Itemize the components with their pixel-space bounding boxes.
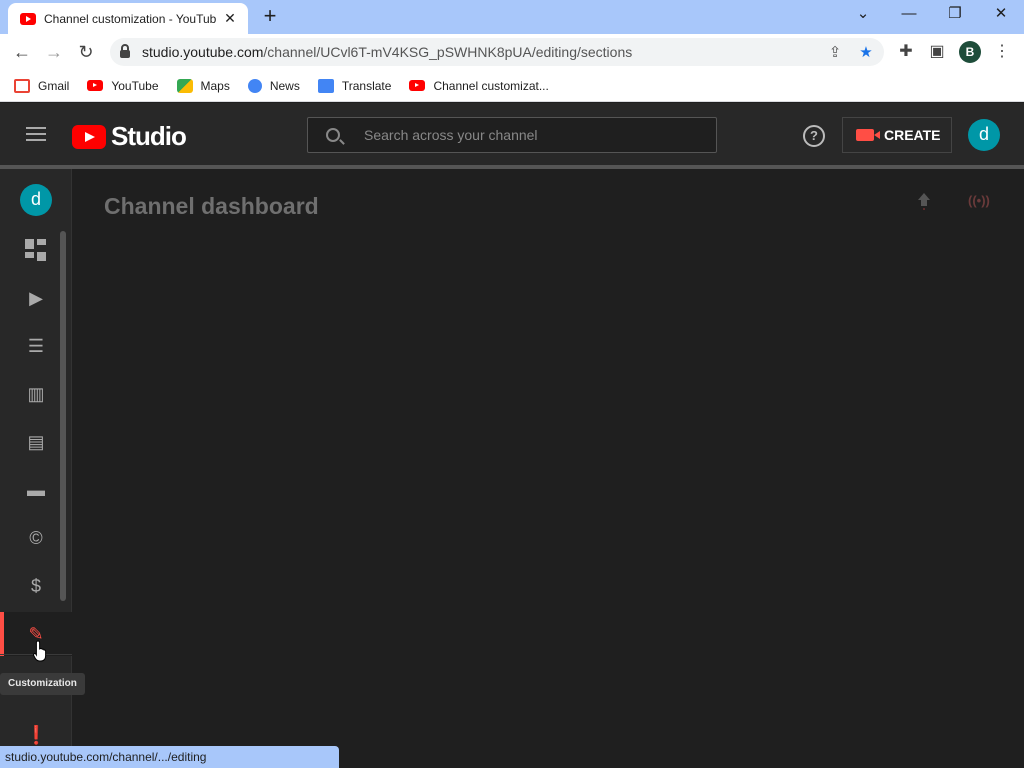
bookmark-translate[interactable]: Translate — [317, 78, 391, 93]
create-label: CREATE — [884, 127, 941, 143]
bookmark-maps[interactable]: Maps — [176, 78, 230, 93]
hand-cursor-icon — [33, 640, 47, 662]
bookmark-star-icon[interactable]: ★ — [857, 43, 875, 61]
new-tab-button[interactable]: + — [260, 5, 280, 27]
account-avatar[interactable]: d — [968, 119, 1000, 151]
channel-search-box[interactable] — [307, 117, 717, 153]
youtube-icon — [87, 80, 104, 91]
dollar-icon: $ — [30, 576, 41, 596]
share-icon[interactable]: ⇪ — [826, 43, 844, 61]
customization-tooltip: Customization — [0, 673, 85, 695]
minimize-button[interactable]: — — [894, 4, 924, 24]
go-live-icon[interactable]: ((•)) — [968, 193, 990, 208]
gmail-icon — [14, 78, 30, 93]
address-bar[interactable]: studio.youtube.com/channel/UCvl6T-mV4KSG… — [110, 38, 884, 66]
analytics-icon: ▥ — [27, 384, 45, 404]
bookmarks-bar: Gmail YouTube Maps News Translate Channe… — [0, 70, 1024, 102]
youtube-play-icon — [72, 124, 106, 149]
search-input[interactable] — [364, 127, 694, 143]
main-content: Channel dashboard ((•)) — [72, 169, 1024, 768]
studio-logo-text: Studio — [111, 121, 187, 151]
help-icon[interactable]: ? — [803, 125, 825, 147]
url-text: studio.youtube.com/channel/UCvl6T-mV4KSG… — [142, 44, 633, 60]
search-icon[interactable] — [326, 128, 340, 142]
feedback-icon: ❗ — [25, 725, 48, 745]
hamburger-menu-icon[interactable] — [26, 127, 46, 141]
back-arrow-icon[interactable]: ← — [10, 40, 34, 64]
status-url-preview: studio.youtube.com/channel/.../editing — [0, 746, 339, 768]
content-icon: ▶ — [29, 288, 43, 308]
upload-icon[interactable] — [915, 193, 933, 211]
page-title: Channel dashboard — [104, 193, 319, 219]
extensions-puzzle-icon[interactable]: ✚ — [896, 42, 916, 62]
profile-avatar[interactable]: B — [959, 41, 981, 63]
browser-tab-strip: Channel customization - YouTube ✕ + ⌄ — … — [0, 0, 1024, 34]
comments-icon: ▤ — [27, 432, 45, 452]
side-panel-icon[interactable]: ▣ — [927, 42, 947, 62]
channel-avatar[interactable]: d — [20, 184, 52, 216]
youtube-favicon-icon — [20, 12, 36, 25]
window-close-button[interactable]: ✕ — [986, 4, 1016, 24]
create-button[interactable]: CREATE — [842, 117, 952, 153]
video-camera-icon — [856, 129, 880, 141]
tab-close-icon[interactable]: ✕ — [222, 10, 238, 27]
bookmark-gmail[interactable]: Gmail — [14, 78, 69, 93]
browser-menu-icon[interactable]: ⋮ — [992, 42, 1012, 62]
restore-button[interactable]: ❐ — [940, 4, 970, 24]
bookmark-youtube[interactable]: YouTube — [87, 79, 159, 93]
playlists-icon: ☰ — [27, 336, 45, 356]
sidebar-scrollbar[interactable] — [60, 231, 66, 601]
bookmark-news[interactable]: News — [247, 78, 300, 93]
browser-toolbar: ← → ↻ studio.youtube.com/channel/UCvl6T-… — [0, 34, 1024, 70]
maps-icon — [176, 78, 193, 93]
youtube-studio-logo[interactable]: Studio — [72, 121, 187, 152]
subtitles-icon: ▬ — [27, 480, 45, 500]
studio-header: Studio ? CREATE d — [0, 103, 1024, 169]
youtube-icon — [409, 80, 426, 91]
browser-tab-active[interactable]: Channel customization - YouTube ✕ — [8, 3, 248, 34]
translate-icon — [317, 78, 334, 93]
lock-icon[interactable] — [120, 44, 130, 58]
reload-icon[interactable]: ↻ — [74, 40, 98, 64]
copyright-icon: © — [29, 528, 43, 548]
forward-arrow-icon[interactable]: → — [42, 40, 66, 64]
tab-title: Channel customization - YouTube — [44, 11, 216, 26]
tab-search-chevron-icon[interactable]: ⌄ — [848, 4, 878, 24]
bookmark-channel-customization[interactable]: Channel customizat... — [409, 79, 549, 93]
news-icon — [247, 78, 262, 93]
dashboard-icon — [25, 239, 47, 261]
